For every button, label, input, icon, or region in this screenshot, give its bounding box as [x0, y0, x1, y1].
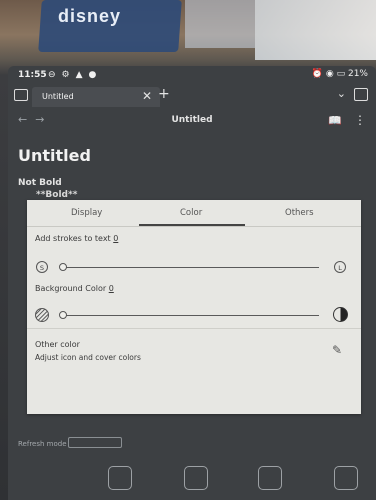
pencil-icon[interactable]: ✎ — [332, 343, 342, 357]
nav-bar: ←→ Untitled 📖 ⋮ — [8, 110, 376, 132]
split-view-icon[interactable] — [354, 88, 368, 101]
background-slider-thumb[interactable] — [59, 311, 67, 319]
other-color-title: Other color — [35, 340, 80, 349]
strokes-slider-track[interactable] — [61, 267, 319, 268]
dialog-tabs: Display Color Others — [27, 200, 361, 227]
document-line-2: **Bold** — [36, 190, 78, 200]
nav-title: Untitled — [171, 115, 213, 125]
refresh-mode-select[interactable] — [68, 437, 122, 448]
other-color-subtitle: Adjust icon and cover colors — [35, 353, 141, 362]
alarm-icon: ⏰ — [311, 69, 323, 79]
active-tab-indicator — [139, 224, 245, 226]
strokes-slider-thumb[interactable] — [59, 263, 67, 271]
stroke-small-icon: S — [36, 261, 48, 273]
strokes-value: 0 — [113, 234, 119, 243]
background-logo: disney — [58, 6, 122, 26]
texture-icon — [35, 308, 49, 322]
chevron-down-icon[interactable]: ⌄ — [337, 87, 346, 100]
background-color-value: 0 — [108, 284, 114, 293]
background-window — [185, 0, 255, 48]
dialog-divider — [27, 328, 361, 329]
toolbar-button-2[interactable] — [184, 466, 208, 490]
tab-display[interactable]: Display — [71, 208, 102, 218]
book-icon[interactable]: 📖 — [328, 114, 342, 127]
status-time: 11:55 — [18, 70, 47, 80]
close-icon[interactable]: ✕ — [142, 89, 152, 103]
status-bar: 11:55 ⊖⚙▲● ⏰ ◉ ▭ 21% — [8, 66, 376, 84]
contrast-icon — [333, 307, 348, 322]
refresh-mode-label: Refresh mode — [18, 440, 67, 448]
status-icons: ⊖⚙▲● — [48, 70, 103, 80]
document-title: Untitled — [18, 146, 91, 165]
toolbar-button-1[interactable] — [108, 466, 132, 490]
tab-bar: Untitled ✕ + ⌄ — [8, 84, 376, 108]
toolbar-button-3[interactable] — [258, 466, 282, 490]
toolbar-button-4[interactable] — [334, 466, 358, 490]
tab-others[interactable]: Others — [285, 208, 314, 218]
background-slider-track[interactable] — [61, 315, 319, 316]
background-label-row: Background Color 0 — [35, 284, 114, 293]
strokes-label-row: Add strokes to text 0 — [35, 234, 118, 243]
document-line-1: Not Bold — [18, 178, 62, 188]
battery-percent: 21% — [347, 69, 368, 79]
battery-icon: ▭ — [336, 69, 346, 79]
sidebar-toggle-icon[interactable] — [14, 89, 28, 101]
tab-color[interactable]: Color — [180, 208, 202, 218]
tab-untitled[interactable]: Untitled ✕ — [32, 87, 160, 107]
strokes-label: Add strokes to text — [35, 234, 111, 243]
add-tab-button[interactable]: + — [158, 86, 170, 102]
more-vertical-icon[interactable]: ⋮ — [354, 113, 366, 127]
status-right: ⏰ ◉ ▭ 21% — [312, 69, 368, 79]
tab-title: Untitled — [42, 92, 74, 101]
wifi-icon: ◉ — [325, 69, 334, 79]
stroke-large-icon: L — [334, 261, 346, 273]
background-light — [255, 0, 376, 60]
settings-dialog: Display Color Others Add strokes to text… — [27, 200, 361, 414]
background-color-label: Background Color — [35, 284, 107, 293]
